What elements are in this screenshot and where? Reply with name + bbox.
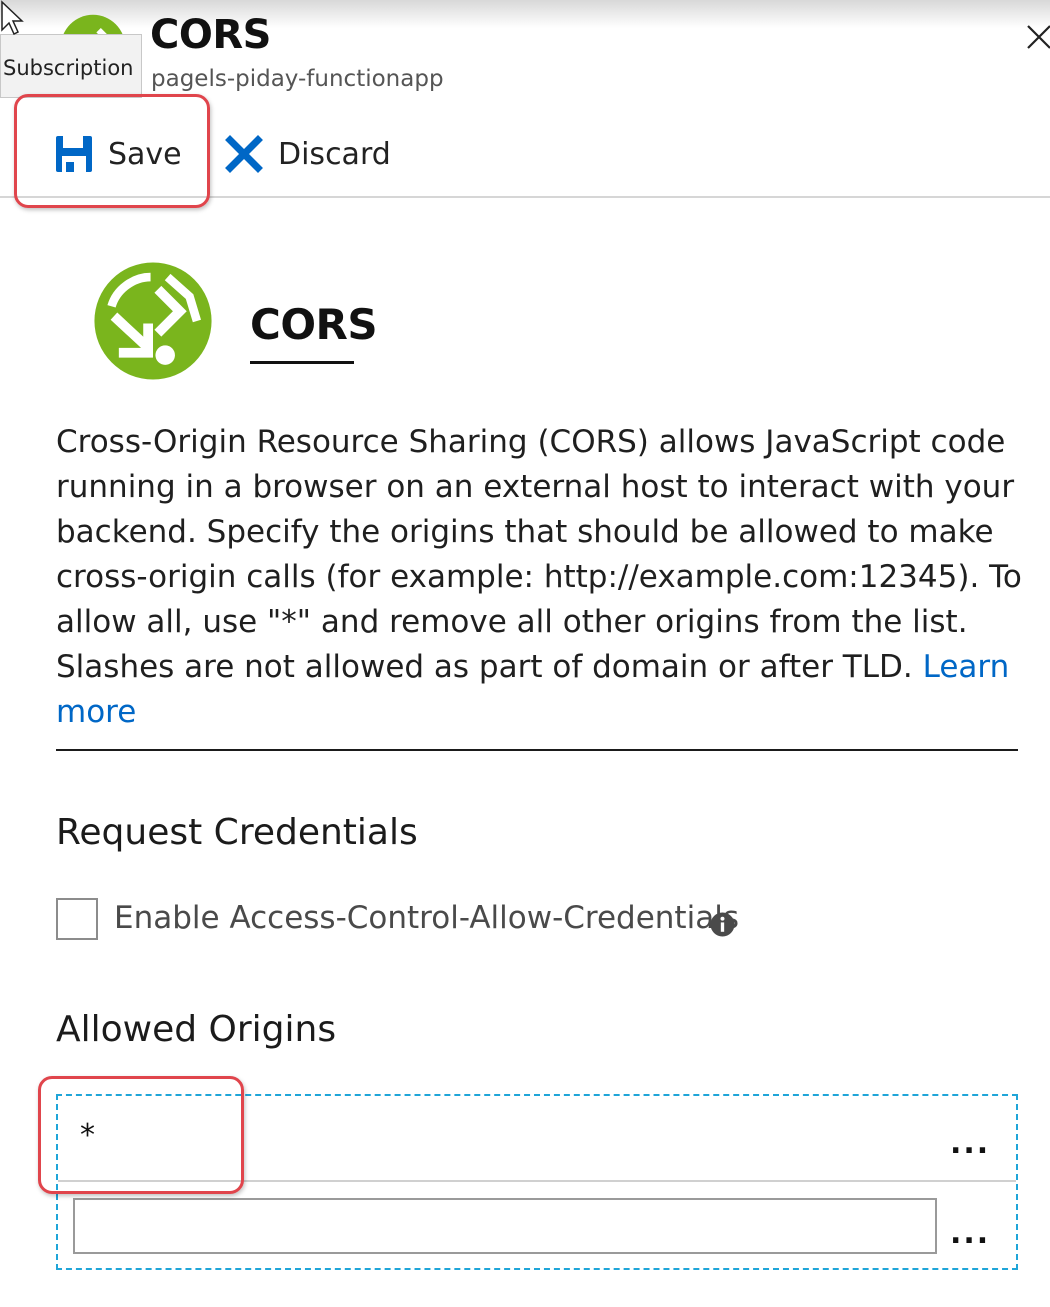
discard-x-icon [225,135,263,173]
new-origin-more-button[interactable]: ... [950,1216,990,1251]
origin-row-more-button[interactable]: ... [950,1126,990,1161]
cors-description: Cross-Origin Resource Sharing (CORS) all… [56,420,1026,735]
close-icon[interactable] [1024,22,1050,52]
blade-title: CORS [150,12,271,58]
description-text: Cross-Origin Resource Sharing (CORS) all… [56,424,1022,685]
allowed-origins-heading: Allowed Origins [56,1009,337,1050]
section-title: CORS [250,300,378,349]
discard-label: Discard [278,136,391,172]
description-divider [56,749,1018,751]
allow-credentials-checkbox[interactable] [56,898,98,940]
subscription-tooltip: Subscription [0,34,142,98]
new-origin-input[interactable] [73,1198,937,1254]
discard-button[interactable]: Discard [224,130,391,178]
section-title-underline [250,361,354,364]
mouse-cursor-icon [1,0,24,36]
blade-subtitle: pagels-piday-functionapp [151,66,444,92]
allow-credentials-label: Enable Access-Control-Allow-Credentials [114,900,739,936]
save-highlight-annotation [14,94,210,208]
request-credentials-heading: Request Credentials [56,812,418,853]
info-icon[interactable] [710,912,735,937]
origin-highlight-annotation [38,1076,244,1194]
cors-logo-icon [94,262,212,380]
